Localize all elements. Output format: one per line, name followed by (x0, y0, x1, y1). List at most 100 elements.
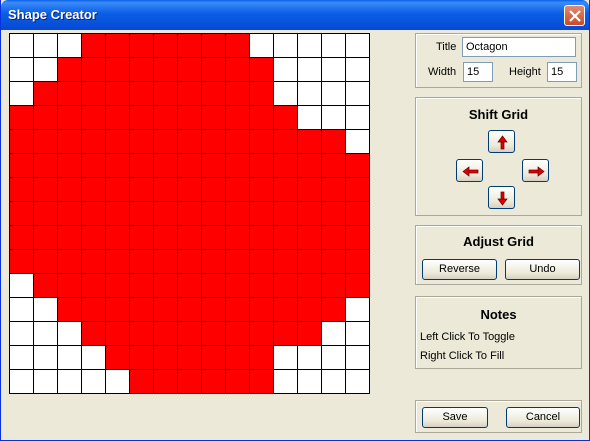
grid-cell[interactable] (33, 249, 58, 274)
grid-cell[interactable] (177, 177, 202, 202)
shift-up-button[interactable] (488, 130, 515, 153)
grid-cell[interactable] (177, 81, 202, 106)
grid-cell[interactable] (321, 273, 346, 298)
grid-cell[interactable] (297, 153, 322, 178)
grid-cell[interactable] (129, 345, 154, 370)
grid-cell[interactable] (81, 81, 106, 106)
grid-cell[interactable] (105, 273, 130, 298)
title-bar[interactable]: Shape Creator (1, 0, 589, 30)
grid-cell[interactable] (201, 81, 226, 106)
grid-cell[interactable] (297, 369, 322, 394)
grid-cell[interactable] (321, 153, 346, 178)
grid-cell[interactable] (345, 321, 370, 346)
grid-cell[interactable] (129, 81, 154, 106)
grid-cell[interactable] (273, 153, 298, 178)
grid-cell[interactable] (33, 321, 58, 346)
grid-cell[interactable] (9, 369, 34, 394)
grid-cell[interactable] (297, 177, 322, 202)
shift-right-button[interactable] (522, 159, 549, 182)
grid-cell[interactable] (105, 153, 130, 178)
grid-cell[interactable] (57, 297, 82, 322)
grid-cell[interactable] (153, 249, 178, 274)
grid-cell[interactable] (177, 273, 202, 298)
grid-cell[interactable] (297, 297, 322, 322)
grid-cell[interactable] (81, 273, 106, 298)
grid-cell[interactable] (9, 297, 34, 322)
grid-cell[interactable] (345, 369, 370, 394)
save-button[interactable]: Save (422, 407, 488, 428)
grid-cell[interactable] (321, 57, 346, 82)
grid-cell[interactable] (9, 129, 34, 154)
grid-cell[interactable] (57, 81, 82, 106)
grid-cell[interactable] (33, 153, 58, 178)
grid-cell[interactable] (249, 33, 274, 58)
grid-cell[interactable] (57, 201, 82, 226)
grid-cell[interactable] (9, 57, 34, 82)
grid-cell[interactable] (249, 345, 274, 370)
grid-cell[interactable] (9, 225, 34, 250)
grid-cell[interactable] (129, 105, 154, 130)
grid-cell[interactable] (177, 33, 202, 58)
grid-cell[interactable] (81, 105, 106, 130)
grid-cell[interactable] (249, 321, 274, 346)
grid-cell[interactable] (345, 225, 370, 250)
grid-cell[interactable] (81, 321, 106, 346)
grid-cell[interactable] (321, 321, 346, 346)
grid-cell[interactable] (153, 201, 178, 226)
grid-cell[interactable] (225, 81, 250, 106)
grid-cell[interactable] (297, 345, 322, 370)
reverse-button[interactable]: Reverse (422, 259, 497, 280)
grid-cell[interactable] (249, 129, 274, 154)
grid-cell[interactable] (153, 153, 178, 178)
grid-cell[interactable] (321, 369, 346, 394)
grid-cell[interactable] (273, 57, 298, 82)
grid-cell[interactable] (153, 129, 178, 154)
grid-cell[interactable] (57, 249, 82, 274)
grid-cell[interactable] (9, 273, 34, 298)
grid-cell[interactable] (33, 57, 58, 82)
grid-cell[interactable] (321, 225, 346, 250)
grid-cell[interactable] (225, 201, 250, 226)
grid-cell[interactable] (249, 249, 274, 274)
grid-cell[interactable] (105, 129, 130, 154)
grid-cell[interactable] (153, 33, 178, 58)
grid-cell[interactable] (273, 369, 298, 394)
grid-cell[interactable] (345, 33, 370, 58)
grid-cell[interactable] (105, 177, 130, 202)
grid-cell[interactable] (81, 57, 106, 82)
grid-cell[interactable] (273, 105, 298, 130)
grid-cell[interactable] (273, 321, 298, 346)
cancel-button[interactable]: Cancel (506, 407, 580, 428)
grid-cell[interactable] (321, 249, 346, 274)
grid-cell[interactable] (177, 201, 202, 226)
grid-cell[interactable] (177, 369, 202, 394)
grid-cell[interactable] (129, 57, 154, 82)
grid-cell[interactable] (9, 201, 34, 226)
grid-cell[interactable] (225, 297, 250, 322)
grid-cell[interactable] (345, 57, 370, 82)
grid-cell[interactable] (33, 81, 58, 106)
grid-cell[interactable] (177, 345, 202, 370)
grid-cell[interactable] (9, 105, 34, 130)
grid-cell[interactable] (297, 105, 322, 130)
grid-cell[interactable] (177, 321, 202, 346)
grid-cell[interactable] (297, 57, 322, 82)
shift-left-button[interactable] (456, 159, 483, 182)
grid-cell[interactable] (201, 249, 226, 274)
grid-cell[interactable] (225, 369, 250, 394)
close-button[interactable] (564, 5, 585, 26)
grid-cell[interactable] (9, 321, 34, 346)
grid-cell[interactable] (57, 369, 82, 394)
grid-cell[interactable] (321, 33, 346, 58)
grid-cell[interactable] (9, 81, 34, 106)
grid-cell[interactable] (225, 273, 250, 298)
grid-cell[interactable] (105, 225, 130, 250)
grid-cell[interactable] (57, 57, 82, 82)
grid-cell[interactable] (225, 249, 250, 274)
grid-cell[interactable] (249, 177, 274, 202)
grid-cell[interactable] (345, 201, 370, 226)
grid-cell[interactable] (321, 297, 346, 322)
grid-cell[interactable] (225, 153, 250, 178)
grid-cell[interactable] (321, 105, 346, 130)
grid-cell[interactable] (345, 105, 370, 130)
